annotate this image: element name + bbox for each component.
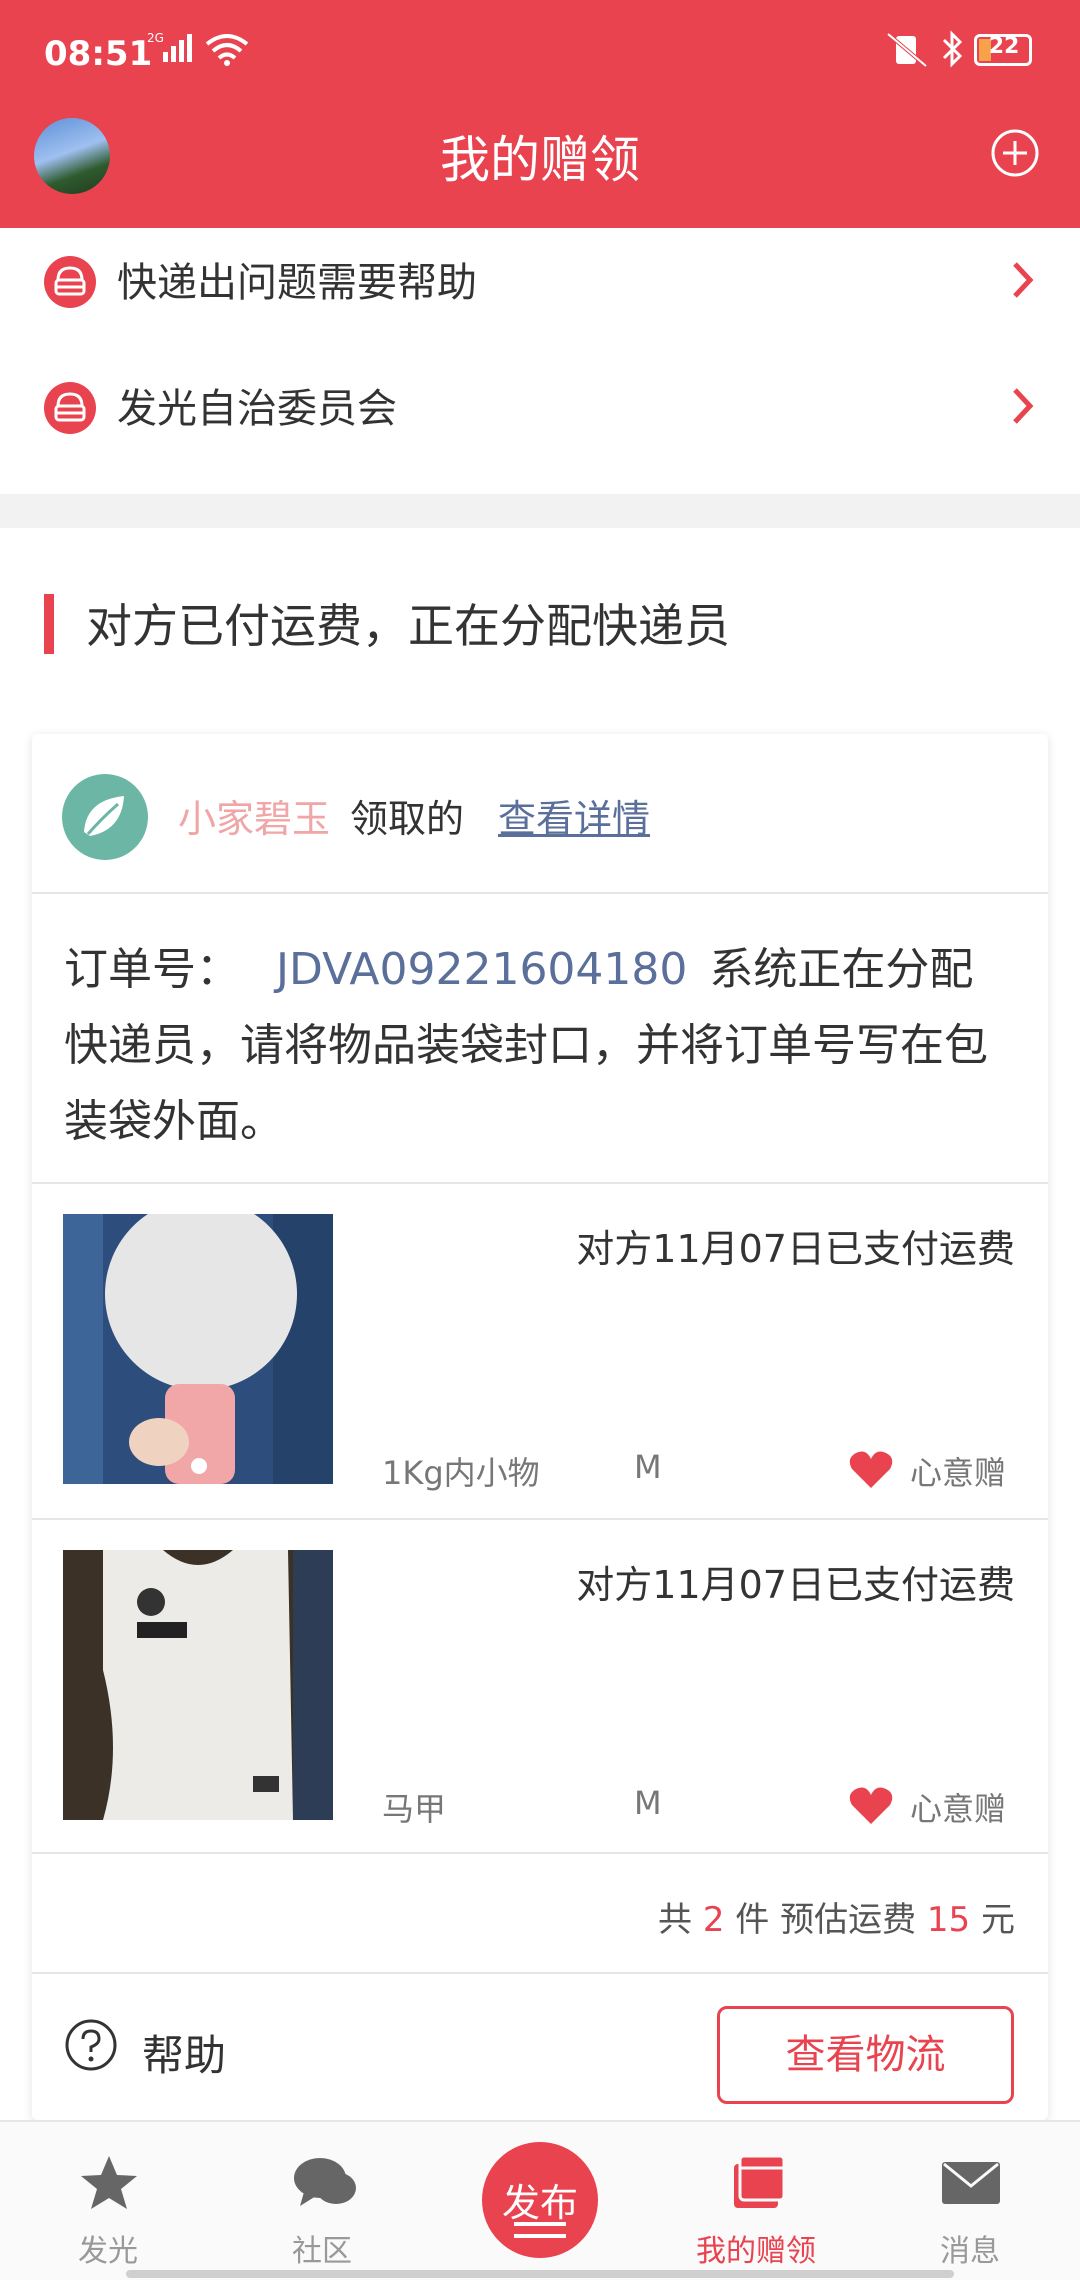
gift-type-label: 心意赠 xyxy=(910,1454,1007,1492)
mail-icon xyxy=(942,2162,1000,2204)
order-summary: 共 2 件 预估运费 15 元 xyxy=(0,1892,1015,1941)
item-photo-vest[interactable] xyxy=(63,1550,333,1820)
received-label: 领取的 xyxy=(350,797,465,841)
wifi-icon xyxy=(205,32,249,70)
home-indicator[interactable] xyxy=(126,2270,954,2278)
order-status-title: 对方已付运费，正在分配快递员 xyxy=(86,599,730,653)
currency-label: 元 xyxy=(981,1900,1015,1940)
item-photo-mirror[interactable] xyxy=(63,1214,333,1484)
support-icon xyxy=(44,382,96,434)
nav-label: 消息 xyxy=(940,2234,1000,2269)
help-link-label: 快递出问题需要帮助 xyxy=(117,260,477,306)
support-icon xyxy=(44,256,96,308)
item-paid-status: 对方11月07日已支付运费 xyxy=(576,1227,1015,1271)
gift-type-label: 心意赠 xyxy=(910,1790,1007,1828)
question-circle-icon[interactable] xyxy=(64,2018,118,2072)
nav-label: 社区 xyxy=(292,2234,352,2269)
divider xyxy=(32,1518,1048,1520)
publish-icon xyxy=(514,2222,566,2238)
page-title: 我的赠领 xyxy=(440,131,640,189)
giver-name[interactable]: 小家碧玉 xyxy=(178,788,330,843)
view-details-link[interactable]: 查看详情 xyxy=(498,788,650,843)
status-time: 08:51 xyxy=(44,34,153,74)
view-logistics-button[interactable]: 查看物流 xyxy=(717,2006,1014,2104)
bluetooth-icon xyxy=(940,30,966,72)
battery-icon: 22 xyxy=(974,34,1032,66)
book-icon xyxy=(734,2154,786,2208)
chevron-right-icon xyxy=(1010,258,1036,306)
summary-unit: 件 xyxy=(735,1900,770,1940)
item-paid-status: 对方11月07日已支付运费 xyxy=(576,1563,1015,1607)
help-label[interactable]: 帮助 xyxy=(142,2022,226,2083)
plus-circle-icon[interactable] xyxy=(990,128,1040,178)
divider xyxy=(32,1852,1048,1854)
summary-prefix: 共 xyxy=(658,1900,693,1940)
publish-label: 发布 xyxy=(501,2181,578,2225)
network-type: 2G xyxy=(147,31,164,45)
vibrate-mute-icon xyxy=(884,32,930,72)
signal-icon: 2G xyxy=(147,30,197,70)
divider xyxy=(32,892,1048,894)
shipping-label: 预估运费 xyxy=(780,1900,917,1940)
order-number[interactable]: JDVA09221604180 xyxy=(276,944,687,995)
heart-icon xyxy=(848,1450,894,1490)
divider xyxy=(32,1182,1048,1184)
help-link-delivery[interactable]: 快递出问题需要帮助 xyxy=(0,228,1080,338)
item-category: 马甲 xyxy=(382,1790,447,1828)
help-links: 快递出问题需要帮助 发光自治委员会 xyxy=(0,228,1080,494)
item-size: M xyxy=(634,1784,662,1822)
item-size: M xyxy=(634,1448,662,1486)
order-label: 订单号： xyxy=(64,944,240,995)
help-link-label: 发光自治委员会 xyxy=(117,386,397,432)
item-category: 1Kg内小物 xyxy=(382,1454,540,1492)
leaf-logo-icon xyxy=(62,774,148,860)
nav-label: 发光 xyxy=(78,2234,138,2269)
order-info: 订单号： JDVA09221604180 系统正在分配快递员，请将物品装袋封口，并将… xyxy=(64,932,1014,1160)
help-link-committee[interactable]: 发光自治委员会 xyxy=(0,354,1080,464)
divider xyxy=(32,1972,1048,1974)
nav-label: 我的赠领 xyxy=(696,2234,816,2269)
shipping-value: 15 xyxy=(926,1900,971,1940)
chat-icon xyxy=(294,2158,356,2206)
item-count: 2 xyxy=(702,1900,725,1940)
chevron-right-icon xyxy=(1010,384,1036,432)
heart-icon xyxy=(848,1786,894,1826)
battery-level: 22 xyxy=(988,34,1020,59)
status-accent xyxy=(44,594,54,654)
star-icon xyxy=(81,2156,137,2209)
